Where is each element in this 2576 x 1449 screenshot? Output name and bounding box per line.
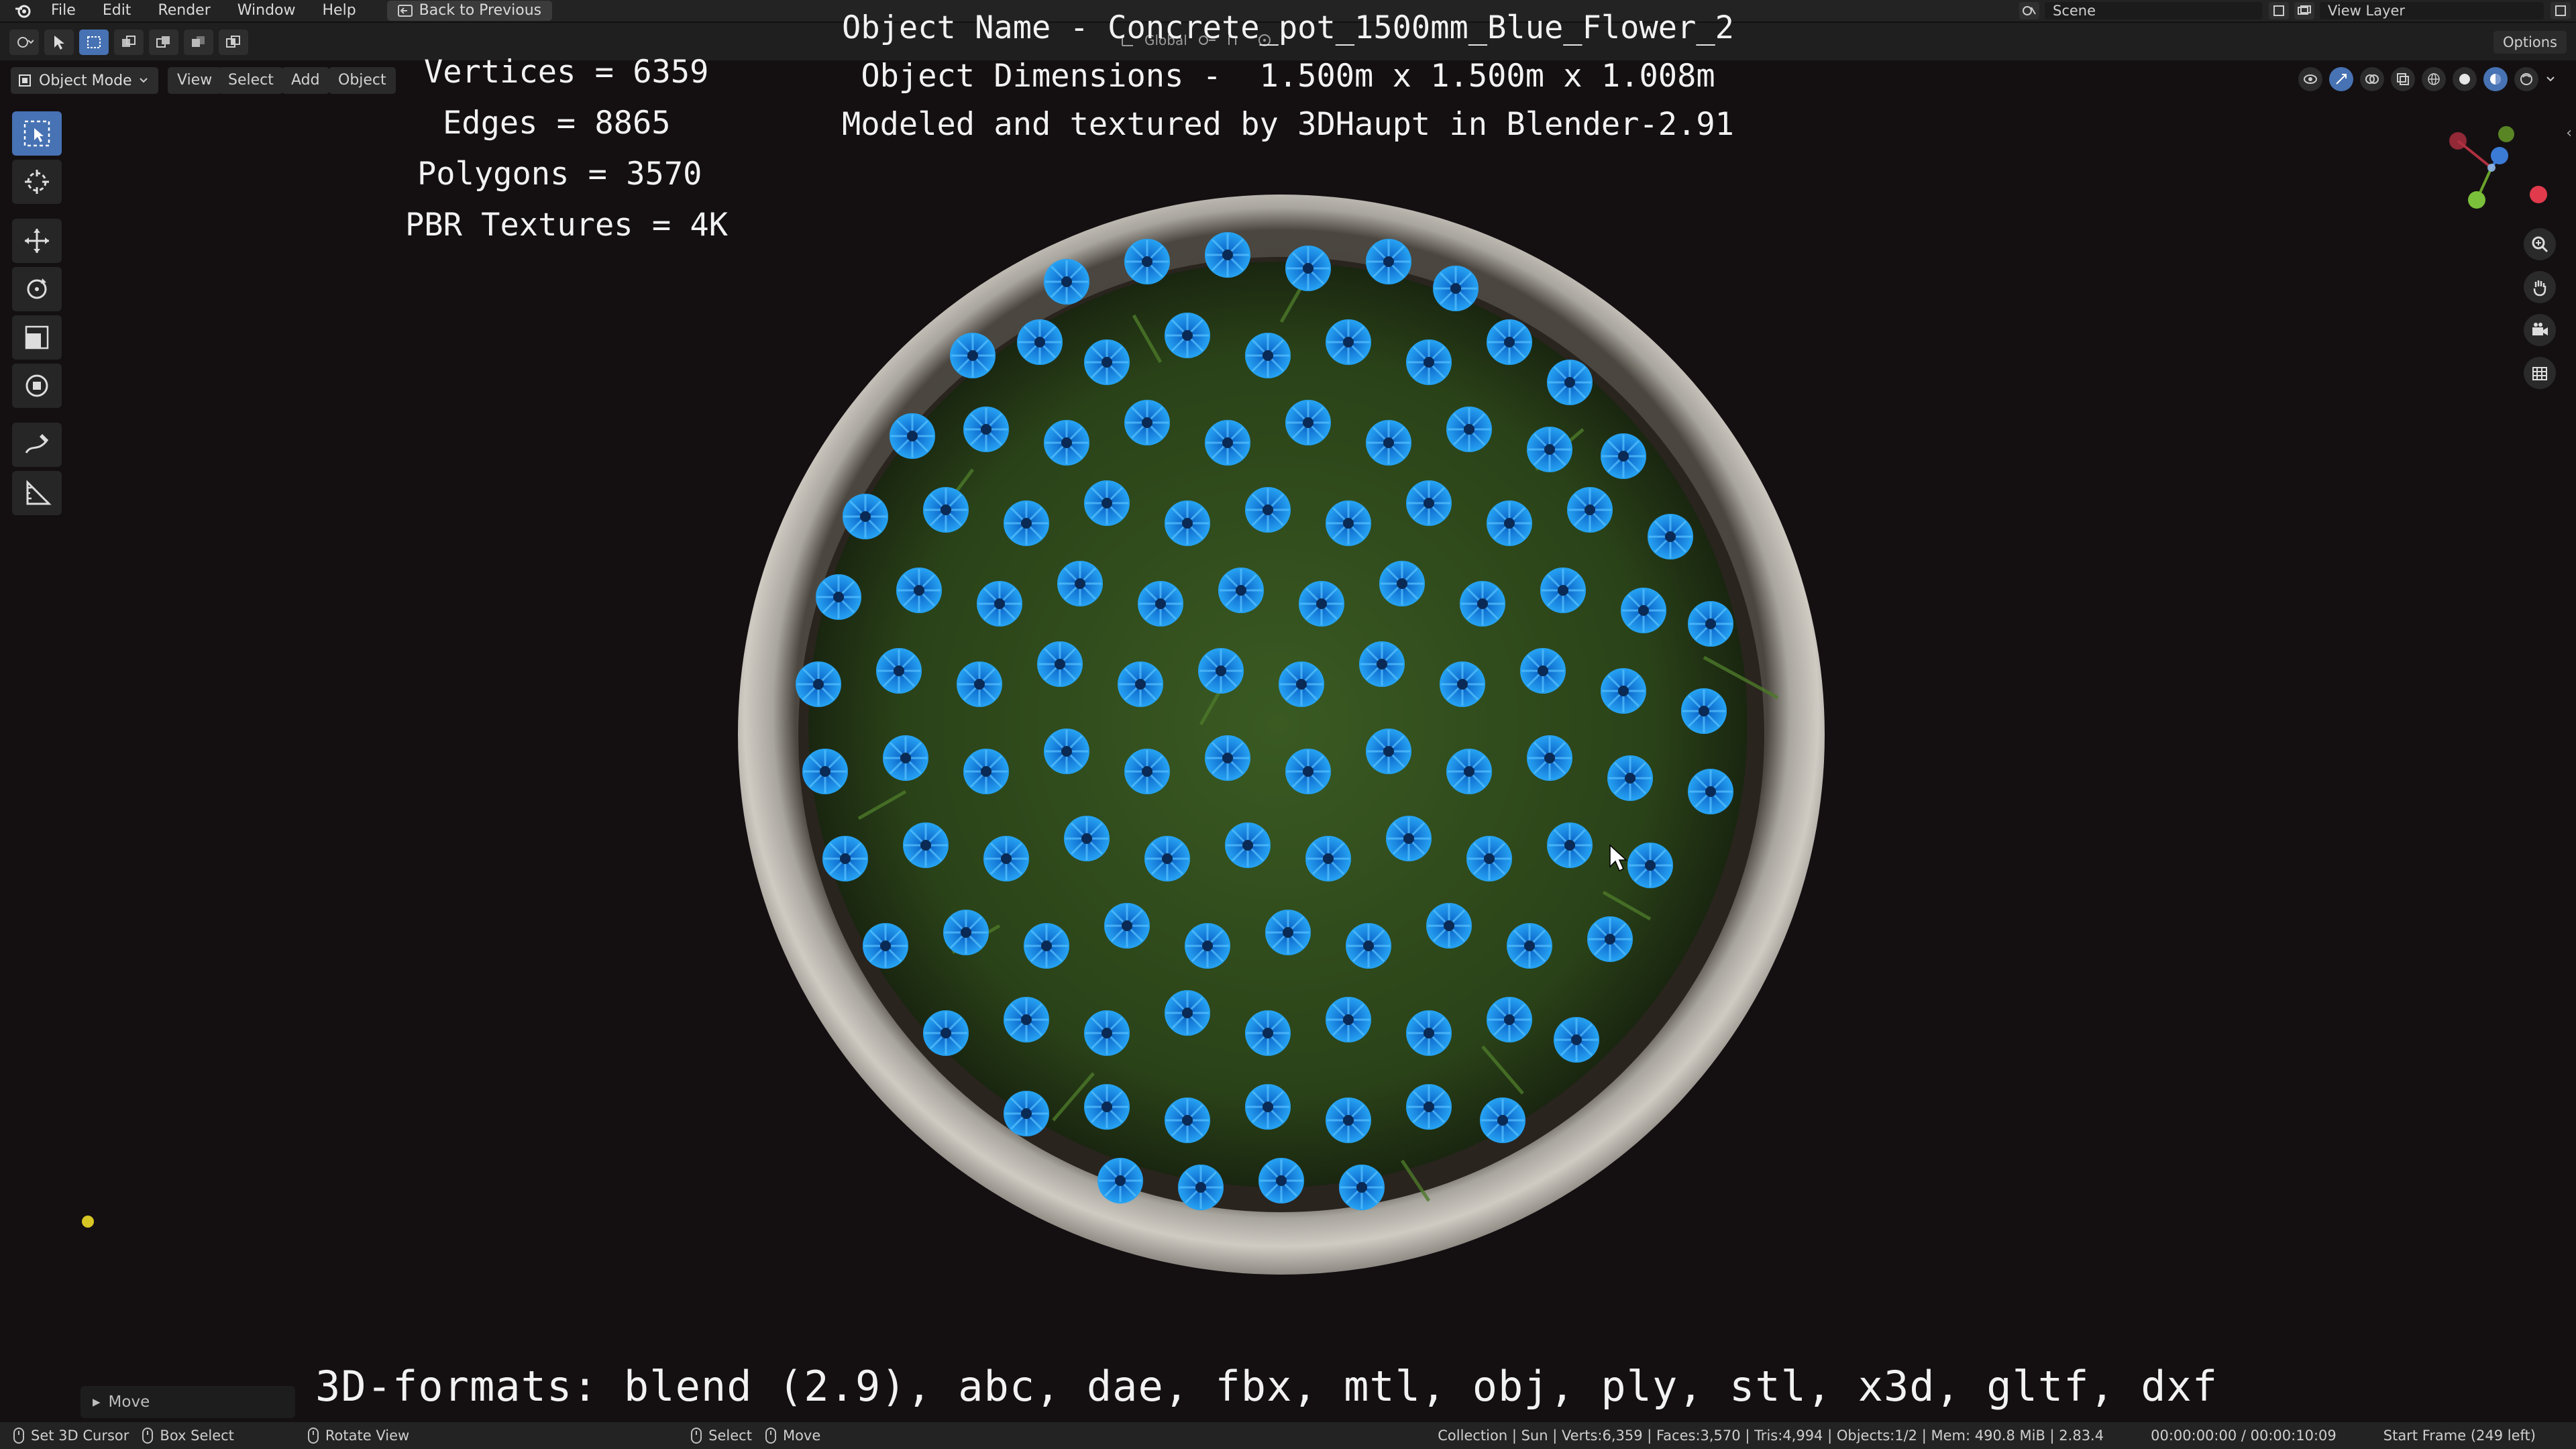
annotate-icon bbox=[25, 434, 49, 453]
move-icon bbox=[25, 229, 49, 253]
hint-move: Move bbox=[765, 1428, 820, 1444]
last-operator-panel[interactable]: ▸ Move bbox=[80, 1386, 295, 1418]
measure-tool[interactable] bbox=[12, 471, 62, 515]
scale-icon bbox=[25, 325, 49, 350]
status-bar: Set 3D Cursor Box Select Rotate View Sel… bbox=[0, 1422, 2576, 1449]
annotate-tool[interactable] bbox=[12, 423, 62, 467]
cursor-icon bbox=[25, 170, 49, 194]
hint-label: Select bbox=[708, 1428, 752, 1444]
hint-set-3d-cursor: Set 3D Cursor bbox=[13, 1428, 129, 1444]
left-toolbar bbox=[12, 111, 66, 519]
gizmo-z-icon[interactable] bbox=[2491, 147, 2508, 164]
mouse-drag-right-icon bbox=[765, 1428, 776, 1444]
frame-info: Start Frame (249 left) bbox=[2383, 1428, 2536, 1444]
transform-tool[interactable] bbox=[12, 364, 62, 408]
light-origin-dot[interactable] bbox=[82, 1216, 94, 1228]
transform-icon bbox=[25, 374, 48, 397]
scale-tool[interactable] bbox=[12, 315, 62, 360]
gizmo-y-icon[interactable] bbox=[2468, 191, 2485, 209]
hint-box-select: Box Select bbox=[142, 1428, 234, 1444]
hint-label: Set 3D Cursor bbox=[31, 1428, 129, 1444]
ortho-grid-icon[interactable] bbox=[2524, 357, 2556, 389]
formats-caption: 3D-formats: blend (2.9), abc, dae, fbx, … bbox=[315, 1362, 2218, 1411]
rotate-tool[interactable] bbox=[12, 267, 62, 311]
pan-hand-icon[interactable] bbox=[2524, 271, 2556, 303]
stat-textures: PBR Textures = 4K bbox=[405, 207, 729, 244]
rotate-icon bbox=[27, 278, 47, 299]
last-operator-label: Move bbox=[108, 1393, 150, 1411]
mouse-right-icon bbox=[691, 1428, 702, 1444]
viewport-nav-buttons bbox=[2524, 228, 2556, 389]
mouse-middle-icon bbox=[307, 1428, 319, 1444]
object-name-title: Object Name - Concrete_pot_1500mm_Blue_F… bbox=[842, 9, 1734, 46]
move-tool[interactable] bbox=[12, 219, 62, 263]
stat-polygons: Polygons = 3570 bbox=[417, 156, 702, 193]
playback-time: 00:00:00:00 / 00:00:10:09 bbox=[2151, 1428, 2337, 1444]
hint-label: Box Select bbox=[160, 1428, 234, 1444]
mouse-left-icon bbox=[13, 1428, 24, 1444]
expand-arrow-icon: ▸ bbox=[93, 1393, 101, 1411]
measure-icon bbox=[26, 480, 52, 505]
flower-pot-render[interactable] bbox=[731, 188, 1831, 1295]
zoom-icon[interactable] bbox=[2524, 228, 2556, 260]
hint-label: Rotate View bbox=[325, 1428, 410, 1444]
gizmo-x-icon[interactable] bbox=[2530, 186, 2547, 203]
credit-text: Modeled and textured by 3DHaupt in Blend… bbox=[842, 106, 1734, 143]
hint-label: Move bbox=[782, 1428, 821, 1444]
status-info: Collection | Sun | Verts:6,359 | Faces:3… bbox=[1438, 1422, 2536, 1449]
hint-rotate-view: Rotate View bbox=[307, 1428, 410, 1444]
object-dimensions-text: Object Dimensions - 1.500m x 1.500m x 1.… bbox=[861, 58, 1715, 95]
hint-select: Select bbox=[691, 1428, 752, 1444]
mouse-drag-icon bbox=[142, 1428, 154, 1444]
camera-view-icon[interactable] bbox=[2524, 314, 2556, 346]
cursor-tool[interactable] bbox=[12, 160, 62, 204]
scene-statistics: Collection | Sun | Verts:6,359 | Faces:3… bbox=[1438, 1428, 2104, 1444]
